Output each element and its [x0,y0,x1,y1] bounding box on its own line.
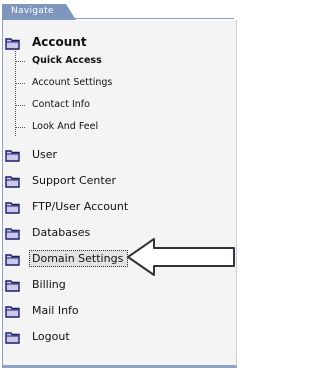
pointer-arrow-icon [127,238,235,276]
folder-icon [5,147,21,162]
nav-item-account[interactable]: Account [32,35,87,49]
folder-icon [5,277,21,292]
folder-icon [5,199,21,214]
subnav-account-settings[interactable]: Account Settings [32,77,112,88]
nav-item-ftp-user-account[interactable]: FTP/User Account [32,200,128,213]
tree-branch [16,83,25,84]
navigate-tab: Navigate [2,4,76,20]
navigate-panel: Navigate Account Quick Access Account Se… [2,4,238,368]
nav-item-databases[interactable]: Databases [32,226,90,239]
subnav-quick-access[interactable]: Quick Access [32,55,102,66]
folder-icon [5,35,21,50]
subnav-contact-info[interactable]: Contact Info [32,99,90,110]
folder-icon [5,303,21,318]
folder-icon [5,173,21,188]
nav-item-mail-info[interactable]: Mail Info [32,304,79,317]
folder-icon [5,329,21,344]
nav-item-logout[interactable]: Logout [32,330,70,343]
folder-icon [5,251,21,266]
navigate-tab-label: Navigate [11,6,54,16]
nav-item-support-center[interactable]: Support Center [32,174,116,187]
tree-branch [16,105,25,106]
subnav-look-and-feel[interactable]: Look And Feel [32,121,98,132]
nav-item-domain-settings[interactable]: Domain Settings [32,252,123,265]
panel-top-border [74,18,234,19]
nav-item-billing[interactable]: Billing [32,278,66,291]
nav-item-user[interactable]: User [32,148,57,161]
folder-icon [5,225,21,240]
tree-branch [16,61,25,62]
tree-branch [16,127,25,128]
